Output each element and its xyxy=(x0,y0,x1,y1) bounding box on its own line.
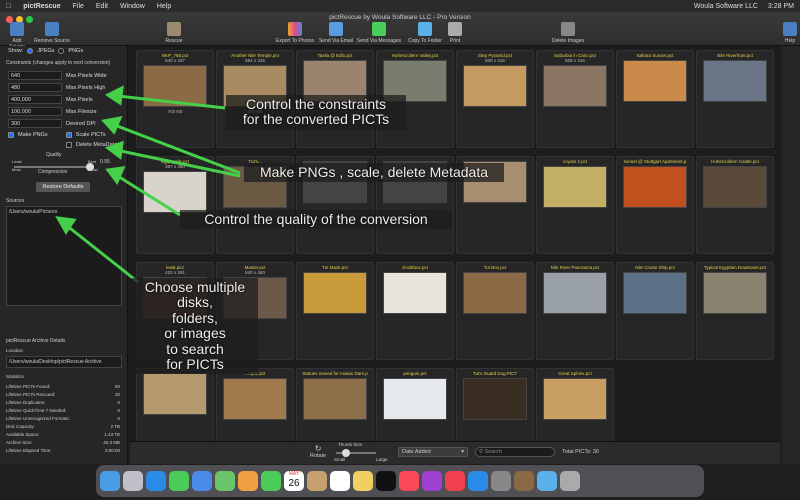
arrow-options-1 xyxy=(111,122,241,175)
arrow-constraints-head xyxy=(105,85,124,106)
arrow-options-1-head xyxy=(101,116,123,135)
arrow-sources xyxy=(65,223,139,284)
annotation-constraints: Control the constraints for the converte… xyxy=(226,95,406,130)
annotation-quality: Control the quality of the conversion xyxy=(180,210,452,230)
arrow-options-2 xyxy=(115,148,241,178)
arrow-options-2-head xyxy=(104,140,124,160)
arrow-constraints xyxy=(117,94,226,110)
annotation-sources: Choose multiple disks, folders, or image… xyxy=(132,278,258,375)
arrow-quality xyxy=(115,173,181,217)
annotation-options: Make PNGs , scale, delete Metadata xyxy=(244,163,504,183)
annotation-arrows xyxy=(55,85,241,284)
arrow-quality-head xyxy=(105,166,126,185)
